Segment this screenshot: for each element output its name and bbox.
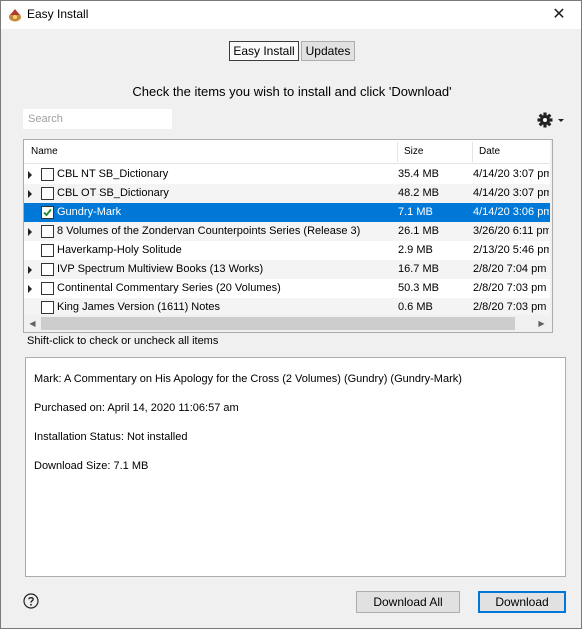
download-button[interactable]: Download <box>478 591 566 613</box>
horizontal-scroll-thumb[interactable] <box>41 317 515 330</box>
expand-arrow-icon[interactable] <box>28 266 32 274</box>
checkbox[interactable] <box>41 244 54 257</box>
instruction-text: Check the items you wish to install and … <box>132 84 452 99</box>
column-divider[interactable] <box>397 142 398 162</box>
row-name: Haverkamp-Holy Solitude <box>57 244 182 256</box>
scroll-up-arrow-icon[interactable]: ▲ <box>550 140 552 157</box>
list-row[interactable]: Continental Commentary Series (20 Volume… <box>24 279 550 298</box>
row-date: 2/8/20 7:04 pm <box>473 263 547 275</box>
checkbox[interactable] <box>41 187 54 200</box>
scrollbar-corner <box>550 315 552 332</box>
logos-app-icon <box>7 7 23 23</box>
scroll-right-arrow-icon[interactable]: ▶ <box>533 315 550 332</box>
list-row-selected[interactable]: Gundry-Mark 7.1 MB 4/14/20 3:06 pm <box>24 203 550 222</box>
row-date: 4/14/20 3:06 pm <box>473 206 549 218</box>
gear-icon[interactable] <box>537 111 567 129</box>
row-date: 4/14/20 3:07 pm <box>473 168 549 180</box>
details-status: Installation Status: Not installed <box>34 431 188 443</box>
row-size: 2.9 MB <box>398 244 433 256</box>
details-title: Mark: A Commentary on His Apology for th… <box>34 373 462 385</box>
scroll-left-arrow-icon[interactable]: ◀ <box>24 315 41 332</box>
checkbox[interactable] <box>41 225 54 238</box>
row-name: 8 Volumes of the Zondervan Counterpoints… <box>57 225 361 237</box>
details-download-size: Download Size: 7.1 MB <box>34 460 149 472</box>
window-title: Easy Install <box>27 7 89 21</box>
column-header-name[interactable]: Name <box>31 140 58 163</box>
expand-arrow-icon[interactable] <box>28 285 32 293</box>
row-name: CBL OT SB_Dictionary <box>57 187 169 199</box>
column-header-date[interactable]: Date <box>479 140 500 163</box>
shift-click-hint: Shift-click to check or uncheck all item… <box>27 335 219 347</box>
row-size: 50.3 MB <box>398 282 439 294</box>
list-row[interactable]: Haverkamp-Holy Solitude 2.9 MB 2/13/20 5… <box>24 241 550 260</box>
row-name: IVP Spectrum Multiview Books (13 Works) <box>57 263 264 275</box>
checkbox[interactable] <box>41 282 54 295</box>
expand-arrow-icon[interactable] <box>28 171 32 179</box>
close-icon[interactable]: ✕ <box>537 1 581 29</box>
list-row[interactable]: IVP Spectrum Multiview Books (13 Works) … <box>24 260 550 279</box>
list-row[interactable]: CBL OT SB_Dictionary 48.2 MB 4/14/20 3:0… <box>24 184 550 203</box>
list-header: Name Size Date <box>24 140 550 164</box>
horizontal-scrollbar[interactable]: ◀ ▶ <box>24 315 550 332</box>
tab-easy-install[interactable]: Easy Install <box>229 41 299 61</box>
vertical-scroll-thumb[interactable] <box>552 157 553 176</box>
tab-updates[interactable]: Updates <box>301 41 355 61</box>
search-input[interactable] <box>23 109 172 129</box>
checkbox[interactable] <box>41 263 54 276</box>
row-name: CBL NT SB_Dictionary <box>57 168 169 180</box>
list-row[interactable]: 8 Volumes of the Zondervan Counterpoints… <box>24 222 550 241</box>
row-size: 7.1 MB <box>398 206 433 218</box>
row-date: 3/26/20 6:11 pm <box>473 225 549 237</box>
row-size: 48.2 MB <box>398 187 439 199</box>
scroll-down-arrow-icon[interactable]: ▼ <box>550 298 552 315</box>
column-divider[interactable] <box>472 142 473 162</box>
expand-arrow-icon[interactable] <box>28 228 32 236</box>
title-bar: Easy Install ✕ <box>1 1 581 29</box>
easy-install-window: Easy Install ✕ Easy Install Updates Chec… <box>0 0 582 629</box>
checkbox[interactable] <box>41 168 54 181</box>
resource-list: Name Size Date CBL NT SB_Dictionary 35.4… <box>23 139 553 333</box>
help-icon[interactable] <box>23 593 39 609</box>
column-header-size[interactable]: Size <box>404 140 423 163</box>
checkbox-checked[interactable] <box>41 206 54 219</box>
download-all-button[interactable]: Download All <box>356 591 460 613</box>
checkmark-icon <box>43 208 52 217</box>
row-size: 26.1 MB <box>398 225 439 237</box>
row-date: 2/13/20 5:46 pm <box>473 244 549 256</box>
row-name: Gundry-Mark <box>57 206 122 218</box>
checkbox[interactable] <box>41 301 54 314</box>
list-row[interactable]: CBL NT SB_Dictionary 35.4 MB 4/14/20 3:0… <box>24 165 550 184</box>
row-date: 4/14/20 3:07 pm <box>473 187 549 199</box>
details-panel: Mark: A Commentary on His Apology for th… <box>25 357 566 577</box>
row-date: 2/8/20 7:03 pm <box>473 282 547 294</box>
vertical-scrollbar[interactable]: ▲ ▼ <box>550 140 553 315</box>
details-purchased: Purchased on: April 14, 2020 11:06:57 am <box>34 402 239 414</box>
row-size: 35.4 MB <box>398 168 439 180</box>
row-name: Continental Commentary Series (20 Volume… <box>57 282 281 294</box>
expand-arrow-icon[interactable] <box>28 190 32 198</box>
row-size: 16.7 MB <box>398 263 439 275</box>
